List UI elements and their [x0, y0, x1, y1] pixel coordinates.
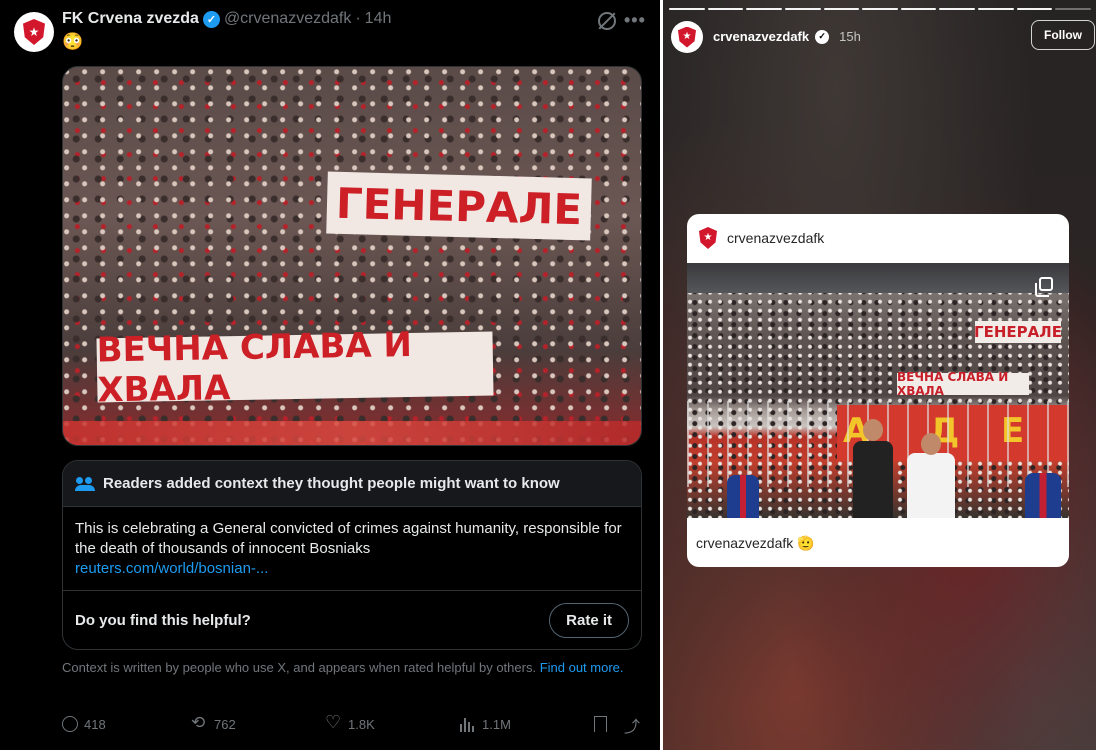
community-note: Readers added context they thought peopl… [62, 460, 642, 650]
stand-railing [63, 421, 641, 445]
story-progress-segment [862, 8, 898, 10]
context-disclaimer: Context is written by people who use X, … [62, 660, 632, 676]
community-note-link[interactable]: reuters.com/world/bosnian-... [75, 559, 629, 579]
views-count: 1.1M [482, 716, 511, 732]
community-note-body: This is celebrating a General convicted … [63, 507, 641, 591]
player-head [921, 433, 941, 455]
people-icon [75, 476, 95, 491]
story-progress-segment [823, 8, 860, 10]
tweet-text: 😳 [62, 32, 84, 51]
player [907, 453, 955, 518]
story-progress-bars [669, 8, 1092, 10]
views-button[interactable]: 1.1M [460, 716, 511, 732]
repost-button[interactable]: 762 [191, 713, 236, 733]
share-button[interactable] [624, 713, 640, 737]
story-header: crvenazvezdafk ✓ 15h [713, 29, 861, 44]
rate-it-button[interactable]: Rate it [549, 602, 629, 638]
like-button[interactable]: 1.8K [325, 712, 375, 733]
context-text: Context is written by people who use X, … [62, 660, 537, 675]
story-progress-segment [784, 8, 821, 10]
carousel-icon [1035, 277, 1053, 297]
account-avatar[interactable]: ★ [14, 12, 54, 52]
tweet-media-photo[interactable]: ГЕНЕРАЛЕ ВЕЧНА СЛАВА И ХВАЛА [62, 66, 642, 446]
referee [853, 441, 893, 518]
banner-generale: ГЕНЕРАЛЕ [974, 321, 1062, 343]
display-name[interactable]: FK Crvena zvezda [62, 10, 199, 28]
story-progress-segment [707, 8, 744, 10]
helpful-question: Do you find this helpful? [75, 611, 251, 629]
club-crest-icon: ★ [699, 227, 717, 249]
find-out-more-link[interactable]: Find out more. [540, 660, 624, 675]
shared-post-photo[interactable]: ГЕНЕРАЛЕ ВЕЧНА СЛАВА И ХВАЛА АДЕ [687, 263, 1069, 518]
tweet-header: FK Crvena zvezda ✓ @crvenazvezdafk · 14h [62, 10, 391, 28]
follow-button[interactable]: Follow [1031, 20, 1095, 50]
story-progress-segment [746, 8, 782, 10]
stadium-roof [687, 263, 1069, 293]
story-progress-segment [900, 8, 937, 10]
story-progress-segment [978, 8, 1014, 10]
separator: · [355, 10, 361, 27]
views-icon [460, 716, 476, 732]
story-progress-segment [669, 8, 705, 10]
story-progress-segment [939, 8, 976, 10]
share-icon [624, 713, 640, 737]
banner-vechna-slava: ВЕЧНА СЛАВА И ХВАЛА [96, 325, 494, 410]
reply-icon [62, 716, 78, 732]
repost-count: 762 [214, 716, 236, 732]
player [1025, 473, 1061, 518]
community-note-text: This is celebrating a General convicted … [75, 520, 622, 557]
club-crest-icon: ★ [678, 26, 696, 48]
instagram-story[interactable]: ★ crvenazvezdafk ✓ 15h Follow ★ crvenazv… [663, 0, 1096, 750]
community-note-title: Readers added context they thought peopl… [103, 475, 560, 492]
shared-post-username[interactable]: crvenazvezdafk [727, 230, 824, 246]
verified-badge-icon: ✓ [202, 10, 220, 28]
shared-post-header: ★ crvenazvezdafk [687, 214, 1069, 262]
community-note-footer: Do you find this helpful? Rate it [63, 591, 641, 649]
shared-post-card[interactable]: ★ crvenazvezdafk ГЕНЕРАЛЕ ВЕЧНА СЛАВА И … [687, 214, 1069, 567]
player [727, 475, 759, 518]
like-count: 1.8K [348, 716, 375, 732]
story-time: 15h [839, 29, 861, 44]
repost-icon [191, 713, 208, 733]
bookmark-icon [594, 716, 607, 732]
player-head [863, 419, 883, 441]
tweet-actions: 418 762 1.8K 1.1M [62, 712, 642, 738]
club-crest-icon: ★ [23, 19, 45, 45]
heart-icon [325, 712, 342, 733]
reply-button[interactable]: 418 [62, 716, 106, 732]
story-progress-segment [1016, 8, 1053, 10]
story-avatar[interactable]: ★ [671, 21, 703, 53]
story-username[interactable]: crvenazvezdafk [713, 29, 809, 44]
story-progress-segment [1055, 8, 1092, 10]
community-note-header: Readers added context they thought peopl… [63, 461, 641, 507]
banner-generale: ГЕНЕРАЛЕ [326, 171, 592, 241]
timestamp[interactable]: 14h [365, 10, 392, 28]
verified-badge-icon: ✓ [815, 29, 830, 44]
more-options-icon[interactable]: ••• [624, 10, 646, 31]
handle[interactable]: @crvenazvezdafk [224, 10, 351, 28]
banner-vechna-slava: ВЕЧНА СЛАВА И ХВАЛА [897, 370, 1029, 398]
grok-icon[interactable] [598, 12, 616, 30]
shared-post-caption: crvenazvezdafk 🫡 [696, 535, 815, 551]
bookmark-button[interactable] [594, 716, 607, 732]
reply-count: 418 [84, 716, 106, 732]
tweet: ★ FK Crvena zvezda ✓ @crvenazvezdafk · 1… [0, 0, 660, 750]
